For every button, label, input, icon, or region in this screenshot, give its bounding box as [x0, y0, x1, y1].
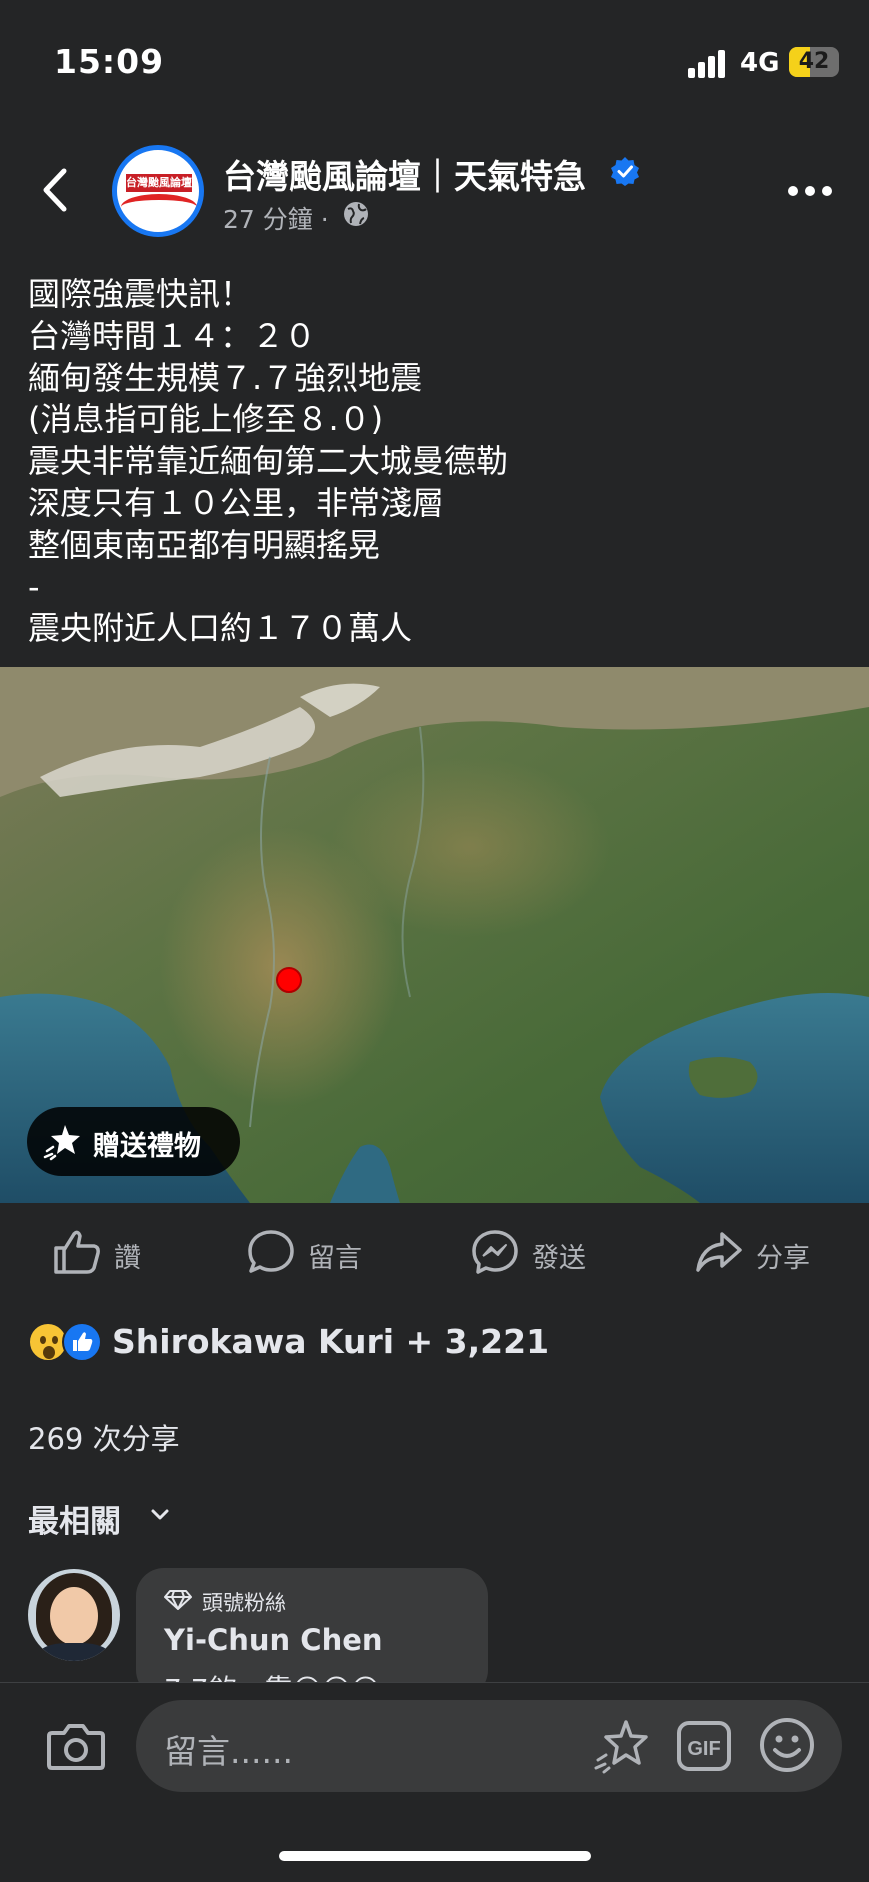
- battery-percent: 42: [798, 49, 830, 74]
- svg-text:GIF: GIF: [687, 1738, 720, 1760]
- post-line: 深度只有１０公里，非常淺層: [28, 483, 445, 522]
- status-bar: 15:09 4G 42: [0, 0, 869, 120]
- verified-icon: [611, 157, 639, 186]
- post-header: 台灣颱風論壇 台灣颱風論壇｜天氣特急 27 分鐘 ·: [0, 130, 869, 250]
- logo-text: 台灣颱風論壇: [126, 174, 192, 192]
- comment-input[interactable]: 留言...... GIF: [136, 1700, 842, 1792]
- top-fan-badge: 頭號粉絲: [202, 1591, 286, 1615]
- post-body: 國際強震快訊！ 台灣時間１４：２０ 緬甸發生規模７.７強烈地震 (消息指可能上修…: [28, 274, 848, 650]
- post-line: 台灣時間１４：２０: [28, 316, 317, 355]
- gif-icon[interactable]: GIF: [676, 1720, 732, 1772]
- commenter-name[interactable]: Yi-Chun Chen: [164, 1623, 383, 1657]
- comment-sort[interactable]: 最相關: [28, 1496, 121, 1541]
- avatar-sticker-icon[interactable]: [592, 1716, 652, 1776]
- chevron-down-icon[interactable]: [150, 1508, 170, 1522]
- commenter-avatar[interactable]: [28, 1569, 120, 1661]
- home-indicator[interactable]: [279, 1851, 591, 1861]
- post-line: 緬甸發生規模７.７強烈地震: [28, 358, 423, 397]
- comment-label: 留言: [308, 1243, 362, 1274]
- globe-icon: [344, 202, 368, 226]
- comment-placeholder: 留言......: [164, 1732, 293, 1771]
- emoji-icon[interactable]: [758, 1716, 816, 1774]
- more-icon[interactable]: [788, 180, 838, 200]
- back-chevron-icon[interactable]: [36, 165, 76, 215]
- post-line: (消息指可能上修至８.０): [28, 400, 384, 439]
- logo-swoosh: [121, 194, 197, 220]
- post-time: 27 分鐘 ·: [223, 205, 329, 234]
- post-line: 整個東南亞都有明顯搖晃: [28, 525, 381, 564]
- post-line: 震央非常靠近緬甸第二大城曼德勒: [28, 442, 509, 481]
- post-line: 國際強震快訊！: [28, 275, 253, 313]
- reaction-count: Shirokawa Kuri + 3,221: [112, 1322, 550, 1361]
- comment-item: 頭號粉絲 Yi-Chun Chen 7.7欸，靠😑😑😑: [0, 1565, 869, 1685]
- comment-bubble[interactable]: 頭號粉絲 Yi-Chun Chen 7.7欸，靠😑😑😑: [136, 1568, 488, 1685]
- like-label: 讚: [114, 1243, 141, 1274]
- action-bar: 讚 留言 發送 分享: [0, 1210, 869, 1290]
- battery-icon: 42: [789, 47, 839, 77]
- signal-icon: [688, 48, 728, 78]
- network-type: 4G: [740, 48, 780, 78]
- post-line: 震央附近人口約１７０萬人: [28, 609, 413, 648]
- like-icon: [54, 1230, 100, 1274]
- send-gift-label: 贈送禮物: [93, 1131, 201, 1162]
- send-gift-button[interactable]: 贈送禮物: [27, 1107, 240, 1176]
- diamond-icon: [164, 1590, 192, 1610]
- camera-icon[interactable]: [46, 1721, 106, 1771]
- page-avatar[interactable]: 台灣颱風論壇: [112, 145, 204, 237]
- gift-star-icon: [43, 1125, 80, 1161]
- post-line: -: [28, 567, 40, 606]
- send-label: 發送: [532, 1243, 586, 1274]
- share-icon: [696, 1232, 742, 1272]
- reaction-summary[interactable]: Shirokawa Kuri + 3,221: [28, 1320, 728, 1366]
- epicenter-marker: [276, 967, 302, 993]
- page-name[interactable]: 台灣颱風論壇｜天氣特急: [223, 150, 586, 198]
- status-time: 15:09: [54, 42, 165, 81]
- share-label: 分享: [756, 1243, 810, 1274]
- comment-icon: [248, 1230, 294, 1273]
- like-reaction-icon: [62, 1322, 102, 1362]
- messenger-icon: [472, 1230, 518, 1274]
- share-count[interactable]: 269 次分享: [28, 1416, 180, 1458]
